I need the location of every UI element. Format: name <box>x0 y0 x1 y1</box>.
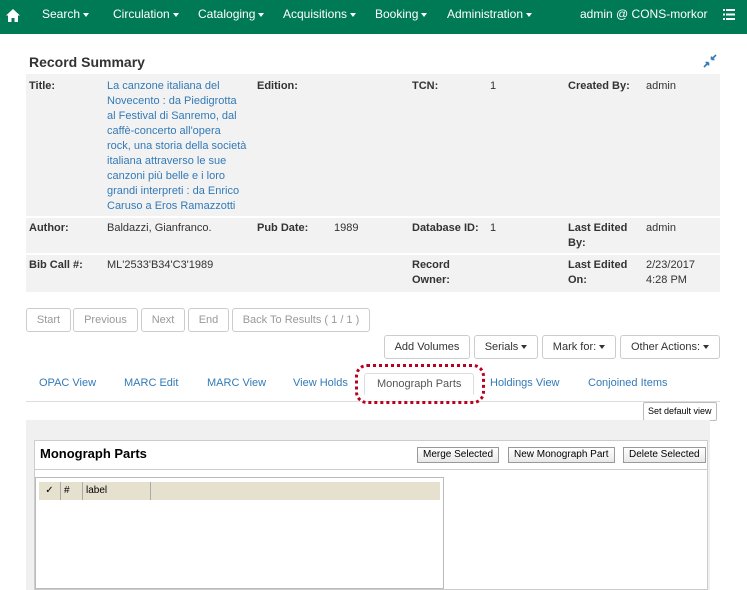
summary-row-author: Author: Baldazzi, Gianfranco. Pub Date: … <box>26 218 720 253</box>
nav-administration[interactable]: Administration <box>447 0 533 34</box>
database-id-label: Database ID: <box>412 222 479 234</box>
serials-dropdown[interactable]: Serials <box>474 335 538 359</box>
back-to-results-button[interactable]: Back To Results ( 1 / 1 ) <box>232 308 370 332</box>
summary-row-title: Title: La canzone italiana del Novecento… <box>26 74 720 216</box>
collapse-icon[interactable] <box>703 54 717 68</box>
created-by-label: Created By: <box>568 80 630 92</box>
tab-holdings-view[interactable]: Holdings View <box>490 377 560 389</box>
chevron-down-icon <box>258 12 265 17</box>
tcn-value: 1 <box>490 80 497 92</box>
add-volumes-button[interactable]: Add Volumes <box>384 335 470 359</box>
column-header-label[interactable]: label <box>83 482 151 500</box>
summary-row-bib-call: Bib Call #: ML'2533'B34'C3'1989 Record O… <box>26 255 720 292</box>
tcn-label: TCN: <box>412 80 439 92</box>
monograph-parts-panel: Monograph Parts Merge Selected New Monog… <box>34 440 708 590</box>
title-link[interactable]: La canzone italiana del Novecento : da P… <box>107 79 257 214</box>
bib-call-label: Bib Call #: <box>29 259 83 271</box>
chevron-down-icon <box>83 12 90 17</box>
chevron-down-icon <box>521 345 528 350</box>
column-header-number[interactable]: # <box>61 482 83 500</box>
tab-opac-view[interactable]: OPAC View <box>39 377 96 389</box>
last-edited-on-label: Last Edited On: <box>568 259 628 286</box>
pub-date-value: 1989 <box>334 222 359 234</box>
mark-for-dropdown[interactable]: Mark for: <box>542 335 616 359</box>
other-actions-dropdown[interactable]: Other Actions: <box>620 335 720 359</box>
database-id-value: 1 <box>490 222 497 234</box>
home-icon[interactable] <box>6 9 20 22</box>
next-button[interactable]: Next <box>141 308 185 332</box>
pub-date-label: Pub Date: <box>257 222 309 234</box>
monograph-parts-title: Monograph Parts <box>40 446 147 461</box>
chevron-down-icon <box>703 345 710 350</box>
edition-label: Edition: <box>257 80 298 92</box>
title-label: Title: <box>29 80 56 92</box>
nav-search[interactable]: Search <box>42 0 90 34</box>
author-value: Baldazzi, Gianfranco. <box>107 222 212 234</box>
bib-call-value: ML'2533'B34'C3'1989 <box>107 259 214 271</box>
chevron-down-icon <box>350 12 357 17</box>
nav-circulation[interactable]: Circulation <box>113 0 179 34</box>
tab-marc-view[interactable]: MARC View <box>207 377 266 389</box>
start-button[interactable]: Start <box>26 308 71 332</box>
chevron-down-icon <box>526 12 533 17</box>
last-edited-by-label: Last Edited By: <box>568 222 628 249</box>
top-navbar: Search Circulation Cataloging Acquisitio… <box>0 0 747 34</box>
set-default-view-button[interactable]: Set default view <box>643 402 717 421</box>
annotation-highlight <box>355 364 485 404</box>
record-summary-heading: Record Summary <box>29 54 145 70</box>
select-all-checkbox[interactable]: ✓ <box>39 482 61 500</box>
nav-cataloging[interactable]: Cataloging <box>198 0 265 34</box>
tab-conjoined-items[interactable]: Conjoined Items <box>588 377 668 389</box>
previous-button[interactable]: Previous <box>73 308 138 332</box>
record-owner-label: Record Owner: <box>412 259 450 286</box>
created-by-value: admin <box>646 80 676 92</box>
delete-selected-button[interactable]: Delete Selected <box>623 447 706 463</box>
last-edited-by-value: admin <box>646 222 676 234</box>
chevron-down-icon <box>599 345 606 350</box>
merge-selected-button[interactable]: Merge Selected <box>417 447 500 463</box>
user-menu[interactable]: admin @ CONS-morkor <box>580 0 708 34</box>
new-monograph-part-button[interactable]: New Monograph Part <box>508 447 615 463</box>
nav-acquisitions[interactable]: Acquisitions <box>283 0 357 34</box>
nav-booking[interactable]: Booking <box>375 0 428 34</box>
divider <box>35 469 707 470</box>
tab-marc-edit[interactable]: MARC Edit <box>124 377 178 389</box>
hamburger-menu-icon[interactable] <box>723 9 735 20</box>
tab-view-holds[interactable]: View Holds <box>293 377 348 389</box>
last-edited-on-value: 2/23/2017 4:28 PM <box>646 259 695 286</box>
author-label: Author: <box>29 222 69 234</box>
chevron-down-icon <box>172 12 179 17</box>
monograph-parts-grid: ✓ # label <box>35 477 444 589</box>
end-button[interactable]: End <box>188 308 229 332</box>
grid-header: ✓ # label <box>39 482 440 500</box>
chevron-down-icon <box>421 12 428 17</box>
